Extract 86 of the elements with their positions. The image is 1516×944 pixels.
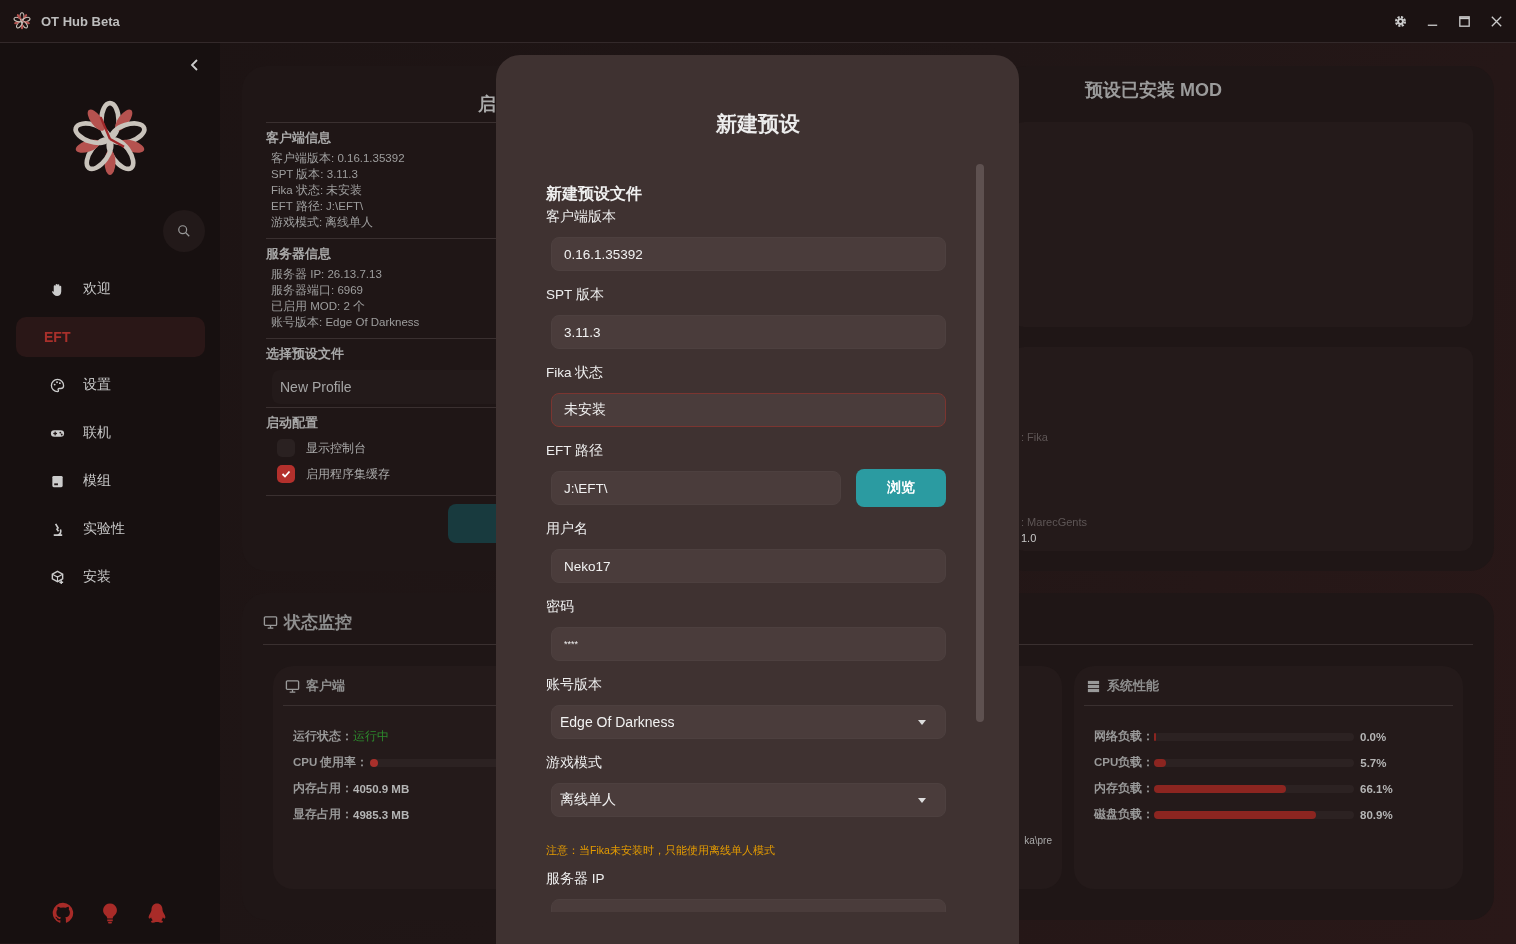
field-label: 账号版本 (546, 676, 603, 694)
window-icon (50, 473, 65, 489)
section-heading: 选择预设文件 (266, 345, 345, 363)
stat-label: CPU 使用率： (293, 755, 369, 770)
select-field[interactable]: 离线单人 (551, 783, 946, 817)
monitor-icon (263, 615, 278, 630)
settings-icon[interactable] (1393, 13, 1408, 29)
section-heading: 客户端信息 (266, 129, 332, 147)
text-field[interactable]: 未安装 (551, 393, 946, 427)
section-heading: 启动配置 (266, 414, 319, 432)
search-icon (177, 224, 191, 238)
info-line: 客户端版本: 0.16.1.35392 (270, 151, 406, 166)
stat-label: 运行状态： (293, 729, 353, 744)
field-label: 游戏模式 (546, 754, 603, 772)
stat-label: 内存负载： (1094, 781, 1154, 796)
text-field[interactable]: 3.11.3 (551, 315, 946, 349)
info-line: 服务器 IP: 26.13.7.13 (270, 267, 383, 282)
card-title: 系统性能 (1107, 677, 1159, 695)
app-logo (13, 12, 31, 30)
cat-icon[interactable] (52, 902, 74, 924)
field-label: EFT 路径 (546, 442, 604, 460)
package-add-icon (50, 569, 65, 585)
chevron-left-icon[interactable] (190, 58, 200, 72)
info-line: 已启用 MOD: 2 个 (270, 299, 366, 314)
mod-detail-text: 1.0 (1021, 532, 1037, 544)
field-label: 用户名 (546, 520, 589, 538)
mod-detail-text: : Fika (1021, 431, 1048, 443)
card-title: 客户端 (306, 677, 345, 695)
stat-value: 5.7% (1360, 756, 1387, 769)
sidebar-item[interactable]: 欢迎 (16, 269, 205, 309)
info-line: SPT 版本: 3.11.3 (270, 167, 359, 182)
stat-value: 80.9% (1360, 808, 1393, 821)
info-line: 服务器端口: 6969 (270, 283, 364, 298)
sidebar-item[interactable]: 设置 (16, 365, 205, 405)
mod-detail-text: : MarecGents (1021, 516, 1088, 528)
section-heading: 新建预设文件 (546, 184, 643, 204)
preset-select[interactable]: New Profile (272, 370, 496, 404)
stat-label: CPU负载： (1094, 755, 1155, 770)
stat-value: 4985.3 MB (353, 808, 410, 821)
monitor-icon (285, 678, 300, 694)
stat-value: 66.1% (1360, 782, 1393, 795)
palette-icon (50, 377, 65, 393)
text-field[interactable]: Neko17 (551, 549, 946, 583)
checkmark-icon (280, 468, 292, 480)
field-label: 密码 (546, 598, 575, 616)
info-line: EFT 路径: J:\EFT\ (270, 199, 365, 214)
path-field[interactable]: J:\EFT\ (551, 471, 841, 505)
info-line: Fika 状态: 未安装 (270, 183, 364, 198)
search-button[interactable] (163, 210, 205, 252)
section-heading: 服务器信息 (266, 245, 332, 263)
stat-value: 0.0% (1360, 730, 1387, 743)
sidebar-item[interactable]: 实验性 (16, 509, 205, 549)
sidebar-item[interactable]: 安装 (16, 557, 205, 597)
info-line: 账号版本: Edge Of Darkness (270, 315, 421, 330)
card-title: 预设已安装 MOD (1083, 79, 1223, 102)
card-title: 状态监控 (284, 612, 352, 634)
window-title: OT Hub Beta (41, 13, 120, 29)
stat-label: 网络负载： (1094, 729, 1154, 744)
password-field[interactable]: **** (551, 627, 946, 661)
checkbox[interactable] (277, 465, 295, 483)
warning-text: 注意：当Fika未安装时，只能使用离线单人模式 (546, 843, 776, 857)
text-field[interactable]: 0.16.1.35392 (551, 237, 946, 271)
field-label: 服务器 IP (546, 870, 606, 888)
penguin-icon[interactable] (146, 902, 168, 924)
caret-icon (918, 719, 926, 725)
sidebar-item[interactable]: 模组 (16, 461, 205, 501)
field-label: SPT 版本 (546, 286, 605, 304)
field-label: 客户端版本 (546, 208, 617, 226)
caret-icon (918, 797, 926, 803)
info-line: 游戏模式: 离线单人 (270, 215, 375, 230)
stat-label: 显存占用： (293, 807, 353, 822)
sidebar-item[interactable]: 联机 (16, 413, 205, 453)
maximize-icon[interactable] (1457, 13, 1472, 29)
stat-value: 4050.9 MB (353, 782, 410, 795)
card-title: 启 (478, 93, 496, 116)
stat-label: 磁盘负载： (1094, 807, 1154, 822)
checkbox-label: 启用程序集缓存 (306, 465, 390, 483)
server-icon (1086, 678, 1101, 694)
select-field[interactable]: Edge Of Darkness (551, 705, 946, 739)
field-label: Fika 状态 (546, 364, 605, 382)
checkbox-label: 显示控制台 (306, 439, 366, 457)
stat-label: 内存占用： (293, 781, 353, 796)
status-value: 运行中 (353, 729, 389, 744)
scrollbar[interactable] (976, 164, 984, 722)
path-text: ka\pre (1024, 835, 1052, 846)
dialog-title: 新建预设 (714, 111, 801, 137)
